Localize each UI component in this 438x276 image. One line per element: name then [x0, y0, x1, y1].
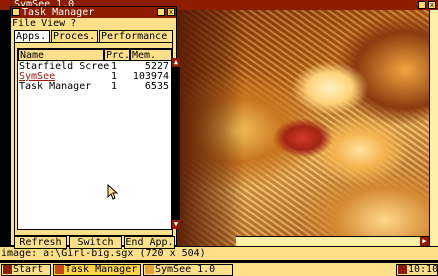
taskbar-item-symsee[interactable]: SymSee 1.0 — [143, 264, 233, 276]
list-scrollbar[interactable]: ▲ ▼ — [171, 58, 180, 229]
start-label: Start — [13, 264, 44, 275]
tab-processes[interactable]: Proces. — [51, 30, 98, 42]
apps-list[interactable]: Name Prc. Mem. Starfield Scree 1 5227 Sy… — [17, 48, 173, 230]
image-viewport[interactable] — [175, 10, 438, 246]
app-prc: 1 — [111, 81, 118, 92]
app-mem: 6535 — [144, 81, 169, 92]
image-horizontal-scrollbar[interactable]: ▶ — [236, 236, 429, 246]
taskbar-item-label: Task Manager — [65, 264, 138, 275]
scroll-right-icon[interactable]: ▶ — [420, 237, 429, 246]
start-button[interactable]: Start — [1, 264, 51, 276]
refresh-button[interactable]: Refresh — [14, 236, 67, 249]
start-icon — [3, 265, 12, 274]
taskbar: Start Task Manager SymSee 1.0 10:10 — [0, 262, 438, 276]
tray-clock[interactable]: 10:10 — [396, 264, 438, 276]
close-icon[interactable]: x — [428, 1, 436, 9]
minimize-icon[interactable]: _ — [418, 1, 426, 9]
scroll-up-icon[interactable]: ▲ — [172, 58, 180, 67]
scroll-down-icon[interactable]: ▼ — [172, 220, 180, 229]
scroll-thumb[interactable] — [172, 67, 180, 220]
task-manager-title: Task Manager — [22, 7, 95, 18]
menu-file[interactable]: File — [12, 18, 36, 29]
minimize-icon[interactable]: _ — [157, 8, 165, 16]
menu-help[interactable]: ? — [70, 18, 76, 29]
mouse-pointer-icon — [107, 184, 119, 200]
switch-button[interactable]: Switch — [69, 236, 122, 249]
window-menu-icon[interactable] — [12, 8, 20, 16]
image-shadow — [175, 10, 245, 246]
column-header-prc[interactable]: Prc. — [104, 49, 130, 61]
column-header-name[interactable]: Name — [18, 49, 104, 61]
taskbar-item-task-manager[interactable]: Task Manager — [53, 264, 141, 276]
tab-performance[interactable]: Performance — [99, 30, 173, 42]
app-name: Task Manager — [19, 81, 92, 92]
tray-icon — [398, 265, 407, 274]
column-header-mem[interactable]: Mem. — [130, 49, 172, 61]
symsee-icon — [145, 265, 154, 274]
task-manager-window: Task Manager _ x File View? Apps. Proces.… — [10, 6, 180, 249]
clock-text: 10:10 — [408, 264, 438, 275]
image-vertical-scrollbar[interactable] — [429, 10, 438, 246]
list-item[interactable]: Task Manager 1 6535 — [19, 82, 169, 92]
menu-bar: File View? — [11, 18, 176, 29]
taskbar-item-label: SymSee 1.0 — [155, 264, 216, 275]
menu-view[interactable]: View — [41, 18, 65, 29]
task-manager-icon — [55, 265, 64, 274]
task-manager-title-bar[interactable]: Task Manager _ x — [11, 7, 176, 18]
end-app-button[interactable]: End App. — [124, 236, 175, 249]
close-icon[interactable]: x — [167, 8, 175, 16]
